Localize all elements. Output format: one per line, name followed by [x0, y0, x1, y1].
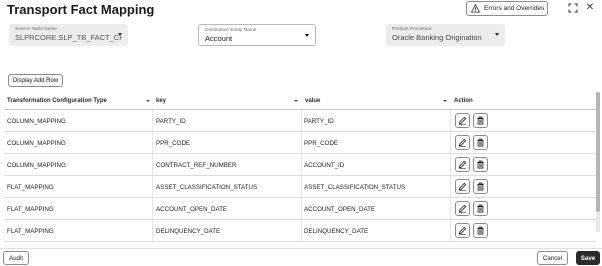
sort-icon[interactable]	[146, 100, 150, 102]
column-divider	[301, 176, 302, 197]
save-button[interactable]: Save	[576, 251, 600, 265]
edit-button[interactable]	[455, 135, 470, 150]
cell-key: DELINQUENCY_DATE	[156, 228, 221, 235]
mapping-table: Transformation Configuration Type key va…	[4, 92, 596, 242]
cell-value: ACCOUNT_OPEN_DATE	[304, 206, 376, 213]
column-divider	[152, 132, 153, 153]
cell-value: PPR_CODE	[304, 140, 339, 147]
table-row: COLUMN_MAPPING CONTRACT_REF_NUMBER ACCOUNT…	[4, 154, 596, 176]
errors-and-overrides-button[interactable]: Errors and Overrides	[466, 1, 548, 16]
column-divider	[450, 110, 451, 131]
source-table-value: SLPRCORE.SLP_TB_FACT_CH	[15, 33, 122, 42]
edit-icon	[458, 204, 467, 213]
cell-type: FLAT_MAPPING	[7, 206, 54, 213]
cell-type: FLAT_MAPPING	[7, 184, 54, 191]
column-divider	[450, 132, 451, 153]
delete-icon	[476, 226, 485, 235]
display-add-row-button[interactable]: Display Add Row	[8, 74, 63, 87]
column-divider	[450, 176, 451, 197]
edit-icon	[458, 226, 467, 235]
delete-button[interactable]	[473, 201, 488, 216]
table-row: COLUMN_MAPPING PPR_CODE PPR_CODE	[4, 132, 596, 154]
column-divider	[301, 110, 302, 131]
edit-button[interactable]	[455, 113, 470, 128]
column-divider	[152, 198, 153, 219]
edit-icon	[458, 160, 467, 169]
expand-icon[interactable]	[568, 3, 578, 13]
column-divider	[152, 176, 153, 197]
vertical-scrollbar[interactable]	[596, 92, 600, 232]
edit-icon	[458, 116, 467, 125]
delete-icon	[476, 160, 485, 169]
edit-button[interactable]	[455, 157, 470, 172]
chevron-down-icon	[495, 33, 499, 36]
column-header-type[interactable]: Transformation Configuration Type	[7, 98, 107, 104]
product-processor-select[interactable]: Product Processor Oracle Banking Origina…	[386, 24, 505, 46]
column-divider	[301, 198, 302, 219]
cancel-button[interactable]: Cancel	[537, 251, 568, 265]
transport-fact-mapping-dialog: Transport Fact Mapping Errors and Overri…	[0, 0, 602, 266]
destination-entity-select[interactable]: Destination Entity Name Account	[198, 24, 316, 46]
column-divider	[450, 198, 451, 219]
column-divider	[450, 154, 451, 175]
product-processor-value: Oracle Banking Origination	[392, 33, 482, 42]
source-table-select[interactable]: Source Table Name SLPRCORE.SLP_TB_FACT_C…	[9, 24, 128, 46]
table-row: COLUMN_MAPPING PARTY_ID PARTY_ID	[4, 110, 596, 132]
column-header-value[interactable]: value	[305, 98, 320, 104]
page-title: Transport Fact Mapping	[7, 2, 155, 17]
table-row: FLAT_MAPPING DELINQUENCY_DATE DELINQUENCY_…	[4, 220, 596, 242]
delete-icon	[476, 182, 485, 191]
delete-icon	[476, 204, 485, 213]
table-row: FLAT_MAPPING ASSET_CLASSIFICATION_STATUS A…	[4, 176, 596, 198]
edit-button[interactable]	[455, 201, 470, 216]
cell-key: ACCOUNT_OPEN_DATE	[156, 206, 228, 213]
edit-button[interactable]	[455, 223, 470, 238]
warning-icon	[471, 4, 480, 13]
column-divider	[152, 154, 153, 175]
column-divider	[152, 110, 153, 131]
column-header-action: Action	[454, 98, 473, 104]
sort-icon[interactable]	[443, 100, 447, 102]
scrollbar-thumb[interactable]	[596, 92, 600, 212]
destination-entity-value: Account	[205, 34, 233, 43]
delete-icon	[476, 138, 485, 147]
cell-key: PARTY_ID	[156, 118, 186, 125]
footer-bar: Audit Cancel Save	[0, 248, 602, 266]
cell-value: ACCOUNT_ID	[304, 162, 345, 169]
errors-and-overrides-label: Errors and Overrides	[484, 5, 545, 12]
delete-button[interactable]	[473, 113, 488, 128]
cell-value: ASSET_CLASSIFICATION_STATUS	[304, 184, 406, 191]
cell-type: COLUMN_MAPPING	[7, 140, 66, 147]
chevron-down-icon	[305, 34, 309, 37]
delete-button[interactable]	[473, 179, 488, 194]
column-divider	[450, 220, 451, 241]
cell-value: DELINQUENCY_DATE	[304, 228, 369, 235]
cell-value: PARTY_ID	[304, 118, 334, 125]
table-header: Transformation Configuration Type key va…	[4, 92, 596, 110]
table-row: FLAT_MAPPING ACCOUNT_OPEN_DATE ACCOUNT_OPE…	[4, 198, 596, 220]
cell-key: PPR_CODE	[156, 140, 191, 147]
edit-button[interactable]	[455, 179, 470, 194]
cell-type: FLAT_MAPPING	[7, 228, 54, 235]
cell-key: ASSET_CLASSIFICATION_STATUS	[156, 184, 258, 191]
edit-icon	[458, 182, 467, 191]
column-divider	[301, 132, 302, 153]
cell-key: CONTRACT_REF_NUMBER	[156, 162, 237, 169]
delete-button[interactable]	[473, 223, 488, 238]
delete-icon	[476, 116, 485, 125]
column-divider	[152, 220, 153, 241]
edit-icon	[458, 138, 467, 147]
column-divider	[301, 154, 302, 175]
chevron-down-icon	[118, 33, 122, 36]
audit-button[interactable]: Audit	[3, 251, 29, 265]
delete-button[interactable]	[473, 135, 488, 150]
column-divider	[301, 220, 302, 241]
delete-button[interactable]	[473, 157, 488, 172]
sort-icon[interactable]	[294, 100, 298, 102]
table-body: COLUMN_MAPPING PARTY_ID PARTY_ID COLUMN_MAP…	[4, 110, 596, 242]
column-header-key[interactable]: key	[156, 98, 166, 104]
cell-type: COLUMN_MAPPING	[7, 162, 66, 169]
cell-type: COLUMN_MAPPING	[7, 118, 66, 125]
close-icon[interactable]: ✕	[585, 3, 595, 13]
